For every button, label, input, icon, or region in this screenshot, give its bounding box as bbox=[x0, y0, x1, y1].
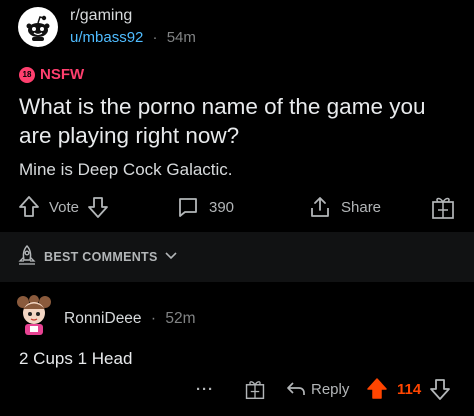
comment-age: 52m bbox=[165, 310, 196, 327]
comment-author[interactable]: RonniDeee bbox=[64, 310, 142, 327]
more-icon[interactable]: ··· bbox=[196, 374, 214, 404]
upvote-icon[interactable] bbox=[18, 195, 40, 219]
nsfw-label: NSFW bbox=[40, 66, 85, 83]
comments-button[interactable]: 390 bbox=[176, 192, 234, 222]
meta-separator: · bbox=[150, 310, 157, 327]
comment-card: RonniDeee · 52m 2 Cups 1 Head ··· Reply … bbox=[0, 282, 474, 416]
comment-body: 2 Cups 1 Head bbox=[19, 349, 133, 368]
post-title[interactable]: What is the porno name of the game you a… bbox=[19, 92, 459, 150]
avatar[interactable] bbox=[14, 292, 54, 336]
downvote-icon[interactable] bbox=[87, 195, 109, 219]
downvote-icon[interactable] bbox=[429, 377, 451, 401]
comment-actions: ··· Reply 114 bbox=[0, 374, 474, 400]
vote-control: Vote bbox=[18, 192, 109, 222]
post-card: r/gaming u/mbass92 · 54m 18 NSFW What is… bbox=[0, 0, 474, 232]
comment-icon bbox=[176, 195, 200, 219]
post-author[interactable]: u/mbass92 bbox=[70, 29, 143, 46]
post-age: 54m bbox=[166, 29, 196, 46]
subreddit-name[interactable]: r/gaming bbox=[70, 6, 196, 26]
reply-button[interactable]: Reply bbox=[285, 374, 349, 404]
comment-vote-control: 114 bbox=[366, 374, 451, 404]
post-meta: u/mbass92 · 54m bbox=[70, 28, 196, 48]
meta-separator: · bbox=[152, 29, 158, 46]
sort-label: BEST COMMENTS bbox=[44, 249, 158, 264]
post-header: r/gaming u/mbass92 · 54m bbox=[18, 6, 196, 48]
upvote-icon[interactable] bbox=[366, 377, 388, 401]
nsfw-tag: 18 NSFW bbox=[19, 66, 84, 83]
post-actions: Vote 390 Share bbox=[0, 192, 474, 222]
comment-count: 390 bbox=[209, 198, 235, 216]
share-icon bbox=[308, 195, 332, 219]
reply-icon bbox=[285, 379, 307, 399]
comment-meta: RonniDeee · 52m bbox=[64, 310, 196, 328]
chevron-down-icon bbox=[164, 250, 178, 264]
sort-button[interactable]: BEST COMMENTS bbox=[16, 244, 178, 269]
share-label: Share bbox=[341, 198, 382, 216]
award-button[interactable] bbox=[430, 192, 456, 222]
rocket-icon bbox=[16, 244, 38, 269]
award-icon bbox=[244, 378, 266, 400]
nsfw-icon: 18 bbox=[19, 66, 35, 83]
comment-award-button[interactable] bbox=[244, 374, 266, 404]
post-body: Mine is Deep Cock Galactic. bbox=[19, 160, 233, 179]
share-button[interactable]: Share bbox=[308, 192, 381, 222]
post-header-text: r/gaming u/mbass92 · 54m bbox=[70, 6, 196, 48]
award-icon bbox=[430, 194, 456, 220]
vote-label: Vote bbox=[49, 198, 80, 216]
reddit-snoo-icon[interactable] bbox=[18, 7, 58, 47]
reply-label: Reply bbox=[311, 380, 350, 398]
comment-score: 114 bbox=[397, 380, 422, 398]
